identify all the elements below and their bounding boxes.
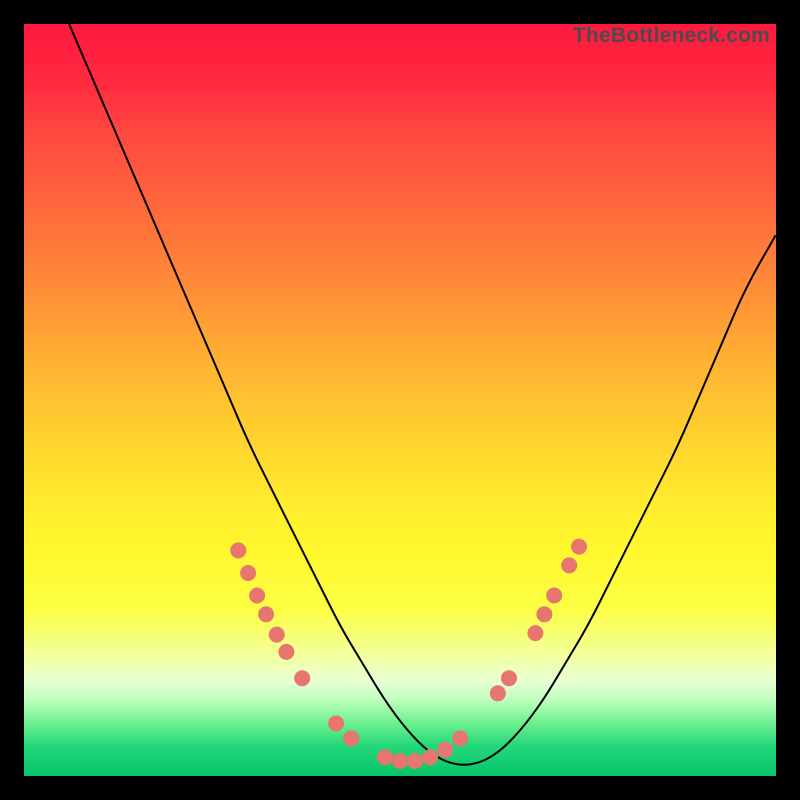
highlight-dot <box>407 753 423 769</box>
highlight-dot <box>294 670 310 686</box>
highlight-dot <box>249 588 265 604</box>
highlight-dot <box>561 557 577 573</box>
highlight-dot <box>392 753 408 769</box>
bottleneck-curve <box>69 24 776 765</box>
highlight-dot <box>377 749 393 765</box>
highlight-dot <box>490 685 506 701</box>
chart-svg <box>24 24 776 776</box>
highlight-dot <box>571 539 587 555</box>
highlight-dot <box>230 542 246 558</box>
highlight-dot <box>328 715 344 731</box>
chart-frame: TheBottleneck.com <box>24 24 776 776</box>
highlight-dots-group <box>230 539 587 769</box>
highlight-dot <box>240 565 256 581</box>
highlight-dot <box>437 742 453 758</box>
highlight-dot <box>546 588 562 604</box>
highlight-dot <box>269 627 285 643</box>
highlight-dot <box>258 606 274 622</box>
highlight-dot <box>527 625 543 641</box>
highlight-dot <box>278 644 294 660</box>
highlight-dot <box>501 670 517 686</box>
highlight-dot <box>452 730 468 746</box>
watermark-text: TheBottleneck.com <box>573 24 770 48</box>
highlight-dot <box>422 749 438 765</box>
highlight-dot <box>536 606 552 622</box>
highlight-dot <box>343 730 359 746</box>
